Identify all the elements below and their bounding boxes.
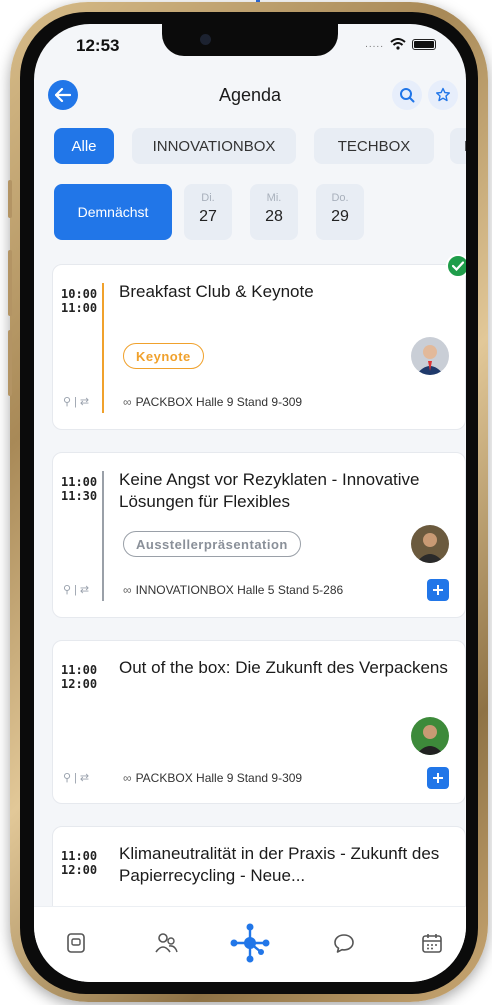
link-arrow-icon: ⇄ <box>79 584 90 596</box>
header: Agenda <box>34 76 466 118</box>
session-start: 11:00 <box>61 849 98 863</box>
network-icon <box>230 923 270 963</box>
star-icon <box>436 87 450 102</box>
add-to-agenda-button[interactable] <box>427 767 449 789</box>
wifi-icon <box>390 38 406 50</box>
session-time: 11:00 11:30 <box>61 475 97 503</box>
signal-icon: ..... <box>365 38 384 50</box>
chip-innovationbox[interactable]: INNOVATIONBOX <box>132 128 296 164</box>
search-icon <box>400 88 415 103</box>
date-weekday: Do. <box>331 192 349 204</box>
session-meta-icons: ⚲ | ⇄ <box>63 395 90 409</box>
speaker-avatar[interactable] <box>411 337 449 375</box>
session-tag[interactable]: Ausstellerpräsentation <box>123 531 301 557</box>
date-tab-28[interactable]: Mi. 28 <box>250 184 298 240</box>
speaker-avatar[interactable] <box>411 717 449 755</box>
session-title: Keine Angst vor Rezyklaten - Innovative … <box>119 470 420 511</box>
location-text: INNOVATIONBOX Halle 5 Stand 5-286 <box>135 583 344 597</box>
status-indicators: ..... <box>365 38 436 50</box>
session-time: 11:00 12:00 <box>61 849 97 877</box>
session-title: Breakfast Club & Keynote <box>119 282 314 301</box>
session-meta-icons: ⚲ | ⇄ <box>63 771 90 785</box>
session-tag[interactable]: Keynote <box>123 343 204 369</box>
people-icon <box>155 933 178 953</box>
separator: | <box>74 395 77 408</box>
date-tab-29[interactable]: Do. 29 <box>316 184 364 240</box>
session-location[interactable]: ∞ PACKBOX Halle 9 Stand 9-309 <box>123 395 302 409</box>
session-meta-icons: ⚲ | ⇄ <box>63 583 90 597</box>
tab-upcoming[interactable]: Demnächst <box>54 184 172 240</box>
session-location[interactable]: ∞ INNOVATIONBOX Halle 5 Stand 5-286 <box>123 583 343 597</box>
session-time: 10:00 11:00 <box>61 287 97 315</box>
session-card[interactable]: 10:00 11:00 Breakfast Club & Keynote Key… <box>52 264 466 430</box>
battery-icon <box>412 38 436 50</box>
location-text: PACKBOX Halle 9 Stand 9-309 <box>135 395 303 409</box>
session-color-bar <box>102 471 104 601</box>
session-start: 11:00 <box>61 663 98 677</box>
chip-pa[interactable]: PA <box>450 128 466 164</box>
pin-icon: ⚲ <box>63 396 72 408</box>
tab-network[interactable] <box>230 923 270 963</box>
session-end: 11:30 <box>61 489 98 503</box>
status-time: 12:53 <box>76 36 120 55</box>
date-day: 29 <box>331 208 349 225</box>
session-card[interactable]: 11:00 12:00 Out of the box: Die Zukunft … <box>52 640 466 804</box>
link-icon: ∞ <box>123 771 132 785</box>
chip-alle[interactable]: Alle <box>54 128 114 164</box>
date-tab-27[interactable]: Di. 27 <box>184 184 232 240</box>
date-weekday: Di. <box>201 192 215 204</box>
tab-card[interactable] <box>56 923 96 963</box>
session-title: Out of the box: Die Zukunft des Verpacke… <box>119 658 448 677</box>
link-icon: ∞ <box>123 583 132 597</box>
calendar-icon <box>422 934 442 953</box>
plus-icon <box>433 773 443 783</box>
chip-techbox[interactable]: TECHBOX <box>314 128 434 164</box>
volume-up-button <box>8 250 12 316</box>
session-time: 11:00 12:00 <box>61 663 97 691</box>
pin-icon: ⚲ <box>63 772 72 784</box>
notch <box>162 24 338 56</box>
session-color-bar <box>102 283 104 413</box>
date-day: 28 <box>265 208 283 225</box>
add-to-agenda-button[interactable] <box>427 579 449 601</box>
location-text: PACKBOX Halle 9 Stand 9-309 <box>135 771 303 785</box>
tab-calendar[interactable] <box>412 923 452 963</box>
session-end: 12:00 <box>61 677 98 691</box>
date-weekday: Mi. <box>266 192 282 204</box>
session-end: 11:00 <box>61 301 98 315</box>
chat-icon <box>334 934 354 953</box>
attended-check-icon <box>446 254 466 278</box>
date-day: 27 <box>199 208 217 225</box>
session-start: 10:00 <box>61 287 98 301</box>
separator: | <box>74 583 77 596</box>
link-icon: ∞ <box>123 395 132 409</box>
tab-chat[interactable] <box>324 923 364 963</box>
volume-down-button <box>8 330 12 396</box>
mute-switch <box>8 180 12 218</box>
session-card[interactable]: 11:00 11:30 Keine Angst vor Rezyklaten -… <box>52 452 466 618</box>
speaker-avatar[interactable] <box>411 525 449 563</box>
category-filter: Alle INNOVATIONBOX TECHBOX PA <box>54 128 466 166</box>
link-arrow-icon: ⇄ <box>79 396 90 408</box>
card-icon <box>67 933 85 953</box>
session-title: Klimaneutralität in der Praxis - Zukunft… <box>119 844 440 885</box>
session-end: 12:00 <box>61 863 98 877</box>
link-arrow-icon: ⇄ <box>79 772 90 784</box>
camera-icon <box>200 34 211 45</box>
app-screen: 12:53 ..... Agenda Alle INNOVATIONBOX TE… <box>34 24 466 982</box>
plus-icon <box>433 585 443 595</box>
favorite-button[interactable] <box>428 80 458 110</box>
tab-people[interactable] <box>146 923 186 963</box>
bottom-tab-bar <box>34 906 466 982</box>
session-location[interactable]: ∞ PACKBOX Halle 9 Stand 9-309 <box>123 771 302 785</box>
session-start: 11:00 <box>61 475 98 489</box>
search-button[interactable] <box>392 80 422 110</box>
separator: | <box>74 771 77 784</box>
pin-icon: ⚲ <box>63 584 72 596</box>
